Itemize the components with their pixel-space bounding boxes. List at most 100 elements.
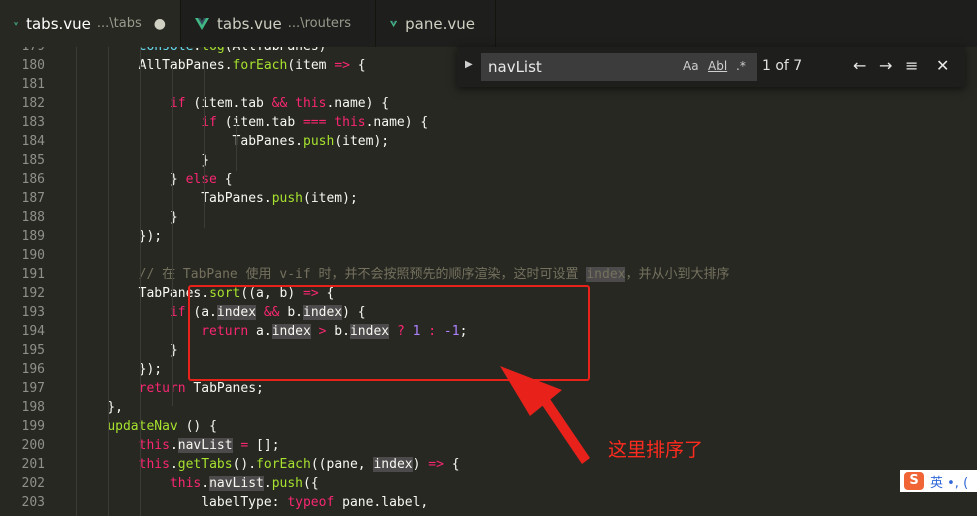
code-token: navList xyxy=(177,438,233,453)
indent-guide xyxy=(76,47,77,516)
code-token: => xyxy=(428,457,444,472)
code-text: TabPanes.push(item); xyxy=(76,132,390,151)
line-number: 195 xyxy=(21,343,45,358)
tab-pane-vue[interactable]: pane.vue xyxy=(376,0,496,47)
line-number: 182 xyxy=(21,96,45,111)
match-count: 1 of 7 xyxy=(762,58,803,74)
annotation-arrow-icon xyxy=(500,366,590,464)
code-token: } xyxy=(76,343,178,358)
code-text: this.navList.push({ xyxy=(76,474,319,493)
code-text: }); xyxy=(76,227,162,246)
line-number: 180 xyxy=(21,58,45,73)
code-token: updateNav xyxy=(107,419,178,434)
code-token: . xyxy=(263,476,272,491)
code-text: this.getTabs().forEach((pane, index) => … xyxy=(76,455,460,474)
find-in-selection-button[interactable]: ≡ xyxy=(905,56,918,75)
code-token: (). xyxy=(232,457,257,472)
tab-tabs-vue-tabs[interactable]: tabs.vue ...\tabs ● xyxy=(0,0,181,47)
code-line: 182 if (item.tab && this.name) { xyxy=(0,94,977,113)
line-number: 200 xyxy=(21,438,45,453)
code-token: this xyxy=(169,476,202,491)
code-token: this xyxy=(138,457,170,472)
code-token: typeof xyxy=(287,495,335,510)
line-number: 197 xyxy=(21,381,45,396)
code-token: navList xyxy=(209,476,264,491)
line-number: 184 xyxy=(21,134,45,149)
code-token: push xyxy=(271,191,303,206)
next-match-button[interactable]: → xyxy=(879,56,892,75)
ime-indicator[interactable]: S 英 •, ( xyxy=(900,470,977,492)
line-number: 199 xyxy=(21,419,45,434)
code-token: && xyxy=(271,96,288,111)
code-text: } xyxy=(76,151,209,170)
code-token: this xyxy=(138,438,170,453)
code-token: ((pane, xyxy=(310,457,374,472)
code-token: (AllTabPanes) xyxy=(225,47,327,54)
code-token: // 在 TabPane 使用 v-if 时，并不会按照预先的顺序渲染，这时可设… xyxy=(138,267,587,282)
code-token: } xyxy=(76,172,186,187)
tab-label: tabs.vue xyxy=(26,14,91,33)
code-token: .name) { xyxy=(326,96,390,111)
code-token: { xyxy=(443,457,460,472)
code-text: this.navList = []; xyxy=(76,436,280,455)
code-token: (item); xyxy=(303,191,358,206)
line-number: 188 xyxy=(21,210,45,225)
code-token: ({ xyxy=(303,476,319,491)
code-token: () { xyxy=(177,419,217,434)
tab-path: ...\tabs xyxy=(96,16,142,31)
code-token: AllTabPanes xyxy=(138,58,225,73)
code-text: } xyxy=(76,208,178,227)
whole-word-button[interactable]: Abl xyxy=(708,59,727,73)
code-token: this xyxy=(334,115,366,130)
toggle-replace-icon[interactable]: ▶ xyxy=(465,59,473,70)
code-token: }); xyxy=(76,362,163,377)
close-find-button[interactable]: ✕ xyxy=(936,56,949,75)
regex-button[interactable]: .* xyxy=(736,59,746,73)
ime-status: 英 •, ( xyxy=(930,475,969,491)
previous-match-button[interactable]: ← xyxy=(853,56,866,75)
code-token: => xyxy=(334,58,350,73)
annotation-text: 这里排序了 xyxy=(608,439,704,461)
code-line: 185 } xyxy=(0,151,977,170)
line-number: 193 xyxy=(21,305,45,320)
code-line: 201 this.getTabs().forEach((pane, index)… xyxy=(0,455,977,474)
code-token: } xyxy=(76,210,178,225)
tab-label: tabs.vue xyxy=(217,14,282,33)
code-line: 197 return TabPanes; xyxy=(0,379,977,398)
code-line: 186 } else { xyxy=(0,170,977,189)
tab-tabs-vue-routers[interactable]: tabs.vue ...\routers xyxy=(181,0,376,47)
code-line: 200 this.navList = []; xyxy=(0,436,977,455)
code-line: 184 TabPanes.push(item); xyxy=(0,132,977,151)
indent-guide xyxy=(204,66,205,228)
vue-file-icon xyxy=(195,17,209,30)
line-number: 183 xyxy=(21,115,45,130)
code-text: updateNav () { xyxy=(76,417,217,436)
code-token: pane.label, xyxy=(334,495,429,510)
code-token: { xyxy=(349,58,366,73)
code-token: getTabs xyxy=(177,457,233,472)
code-token: index xyxy=(373,457,413,472)
line-number: 186 xyxy=(21,172,45,187)
code-token: . xyxy=(295,134,303,149)
line-number: 179 xyxy=(0,47,45,56)
indent-guide xyxy=(108,47,109,516)
find-widget: ▶ navList Aa Abl .* 1 of 7 ← → ≡ ✕ xyxy=(457,47,965,87)
line-number: 203 xyxy=(21,495,45,510)
code-editor[interactable]: 179 console.log(AllTabPanes) 180 AllTabPa… xyxy=(0,47,977,516)
unsaved-dot-icon[interactable]: ● xyxy=(154,16,166,32)
code-text: }, xyxy=(76,398,123,417)
line-number: 192 xyxy=(21,286,45,301)
match-case-button[interactable]: Aa xyxy=(683,59,699,73)
code-token: .name) { xyxy=(365,115,429,130)
code-text: labelType: typeof pane.label, xyxy=(76,493,428,512)
code-token: TabPanes xyxy=(232,134,296,149)
code-line: 187 TabPanes.push(item); xyxy=(0,189,977,208)
tab-path: ...\routers xyxy=(287,16,352,31)
code-text: console.log(AllTabPanes) xyxy=(76,47,327,56)
line-number: 194 xyxy=(21,324,45,339)
tab-label: pane.vue xyxy=(405,14,475,33)
